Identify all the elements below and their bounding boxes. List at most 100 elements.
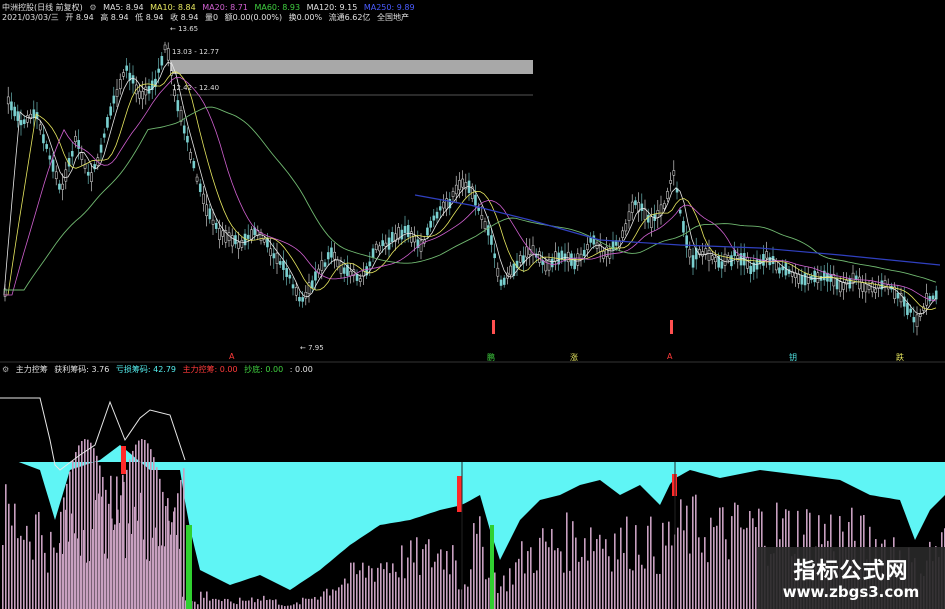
price-panel[interactable]	[0, 41, 945, 363]
volume-bar	[221, 601, 223, 609]
volume-bar	[305, 598, 307, 609]
volume-bar	[386, 562, 388, 609]
candle-body	[131, 75, 135, 84]
volume-bar	[494, 572, 496, 609]
volume-bar	[596, 539, 598, 609]
ma60-value: MA60: 8.93	[254, 3, 301, 12]
volume-bar	[209, 600, 211, 609]
volume-bar	[581, 556, 583, 609]
volume-bar	[299, 604, 301, 609]
volume-bar	[395, 571, 397, 609]
volume-bar	[608, 556, 610, 609]
volume-bar	[233, 603, 235, 609]
main-control: 主力控筹: 0.00	[182, 365, 238, 374]
quote-open: 开 8.94	[65, 13, 94, 22]
volume-bar	[365, 577, 367, 609]
volume-bar	[150, 449, 152, 609]
volume-bar	[296, 602, 298, 609]
volume-bar	[641, 564, 643, 609]
candle-body	[771, 256, 775, 264]
candle-body	[509, 265, 512, 276]
candle-body	[582, 249, 586, 256]
stock-chart[interactable]	[0, 0, 945, 609]
volume-bar	[194, 601, 196, 609]
candle-body	[586, 244, 589, 250]
volume-bar	[635, 525, 637, 609]
volume-bar	[698, 537, 700, 609]
candle-body	[896, 292, 900, 299]
volume-bar	[407, 557, 409, 609]
volume-bar	[159, 478, 161, 609]
candle-body	[99, 144, 103, 153]
signal-label-2: 鹏	[487, 353, 495, 362]
volume-bar	[41, 535, 43, 609]
candle-body	[864, 283, 868, 293]
candle-body	[291, 284, 295, 289]
candle-body	[518, 255, 522, 263]
volume-bar	[317, 599, 319, 609]
candle-body	[707, 250, 711, 261]
red-signal-bar	[457, 476, 462, 512]
volume-bar	[629, 568, 631, 609]
candle-body	[262, 238, 266, 243]
candle-body	[342, 267, 346, 274]
high-price-label: ← 13.65	[170, 25, 199, 33]
candle-body	[22, 119, 26, 124]
volume-bar	[11, 525, 13, 609]
candle-body	[339, 261, 343, 274]
volume-bar	[8, 503, 10, 609]
volume-bar	[93, 448, 95, 609]
volume-bar	[308, 598, 310, 609]
volume-bar	[263, 595, 265, 609]
volume-bar	[731, 516, 733, 609]
volume-bar	[53, 547, 55, 609]
volume-bar	[503, 575, 505, 609]
candle-body	[454, 184, 458, 195]
volume-bar	[497, 593, 499, 609]
candle-body	[58, 183, 61, 190]
volume-bar	[392, 563, 394, 609]
volume-bar	[602, 548, 604, 609]
volume-bar	[626, 516, 628, 609]
candle-body	[419, 240, 423, 252]
signal-tick	[670, 320, 673, 334]
watermark-url: www.zbgs3.com	[782, 583, 920, 601]
volume-bar	[197, 604, 199, 609]
settings-icon[interactable]: ⚙	[2, 365, 9, 374]
watermark: 指标公式网 www.zbgs3.com	[757, 547, 945, 609]
volume-bar	[218, 599, 220, 609]
volume-bar	[281, 605, 283, 609]
volume-bar	[701, 552, 703, 609]
candle-body	[323, 262, 327, 267]
volume-bar	[2, 545, 4, 609]
candle-body	[122, 72, 125, 77]
volume-bar	[410, 540, 412, 609]
candle-body	[301, 297, 304, 302]
volume-bar	[56, 552, 58, 609]
volume-bar	[422, 549, 424, 609]
candle-body	[720, 261, 724, 269]
candle-body	[90, 172, 93, 182]
volume-bar	[338, 587, 340, 609]
volume-bar	[464, 584, 466, 609]
volume-bar	[584, 538, 586, 609]
volume-bar	[129, 459, 131, 609]
volume-bar	[278, 604, 280, 609]
volume-bar	[563, 572, 565, 609]
volume-bar	[545, 541, 547, 609]
volume-bar	[168, 520, 170, 609]
volume-bar	[242, 600, 244, 609]
volume-bar	[236, 604, 238, 609]
volume-bar	[515, 562, 517, 609]
candle-body	[666, 191, 669, 199]
volume-bar	[180, 480, 182, 609]
candle-body	[310, 280, 314, 289]
volume-bar	[120, 495, 122, 609]
volume-bar	[368, 565, 370, 609]
volume-bar	[683, 530, 685, 609]
candle-body	[723, 253, 727, 266]
volume-bar	[500, 586, 502, 609]
candle-body	[912, 317, 916, 323]
gear-icon[interactable]: ⚙	[89, 3, 96, 12]
candle-body	[432, 215, 436, 221]
